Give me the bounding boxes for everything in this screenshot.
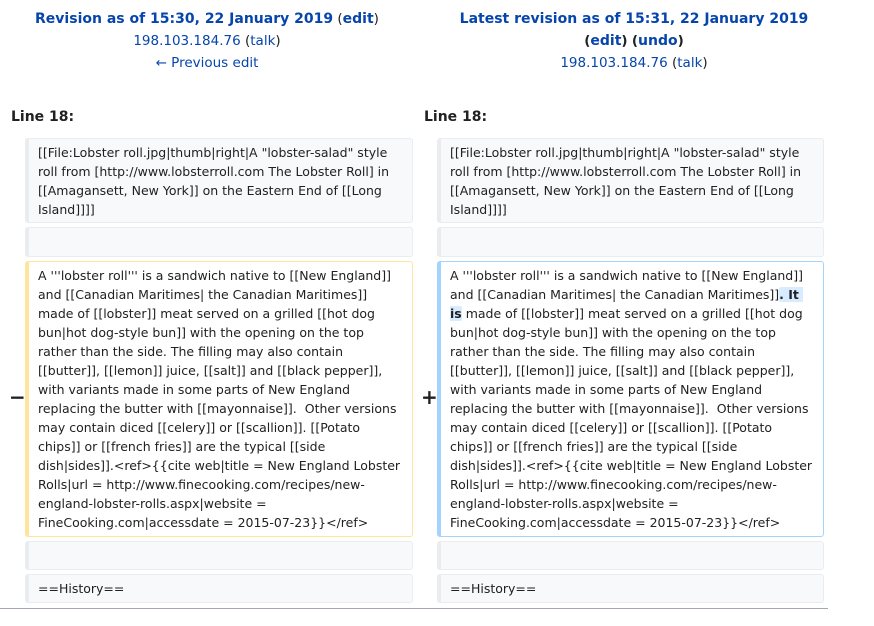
old-edit-link[interactable]: edit [343, 11, 374, 27]
context-line-left: [[File:Lobster roll.jpg|thumb|right|A "l… [25, 138, 413, 223]
context-history-left: ==History== [25, 574, 413, 603]
divider [0, 608, 828, 609]
context-history-right: ==History== [437, 574, 824, 603]
paren-close: ) [373, 11, 379, 27]
new-talk-link[interactable]: talk [677, 55, 702, 71]
previous-edit-link[interactable]: ← Previous edit [156, 55, 259, 71]
empty-line-right [437, 227, 824, 257]
old-user-ip-link[interactable]: 198.103.184.76 [133, 33, 240, 49]
added-text-after: made of [[lobster]] meat served on a gri… [450, 306, 817, 530]
empty-line-left [25, 227, 413, 257]
added-text-before: A '''lobster roll''' is a sandwich nativ… [450, 268, 807, 302]
paren-close: ) [275, 33, 281, 49]
new-edit-link[interactable]: edit [590, 33, 621, 49]
paren-close: ) [621, 33, 628, 49]
line-number-left: Line 18: [11, 109, 75, 125]
paren-close: ) [677, 33, 684, 49]
context-line-right: [[File:Lobster roll.jpg|thumb|right|A "l… [437, 138, 824, 223]
empty-line-left-2 [25, 541, 413, 570]
added-marker: + [421, 385, 438, 409]
new-revision-link[interactable]: Latest revision as of 15:31, 22 January … [460, 11, 809, 27]
new-user-ip-link[interactable]: 198.103.184.76 [560, 55, 667, 71]
added-line: A '''lobster roll''' is a sandwich nativ… [437, 261, 824, 537]
paren-close: ) [702, 55, 708, 71]
removed-line: A '''lobster roll''' is a sandwich nativ… [25, 261, 413, 537]
new-revision-header: Latest revision as of 15:31, 22 January … [414, 8, 854, 74]
undo-link[interactable]: undo [638, 33, 678, 49]
old-revision-header: Revision as of 15:30, 22 January 2019 (e… [0, 8, 414, 74]
old-revision-link[interactable]: Revision as of 15:30, 22 January 2019 [35, 11, 333, 27]
removed-marker: − [9, 385, 26, 409]
line-number-right: Line 18: [424, 109, 488, 125]
empty-line-right-2 [437, 541, 824, 570]
old-talk-link[interactable]: talk [250, 33, 275, 49]
